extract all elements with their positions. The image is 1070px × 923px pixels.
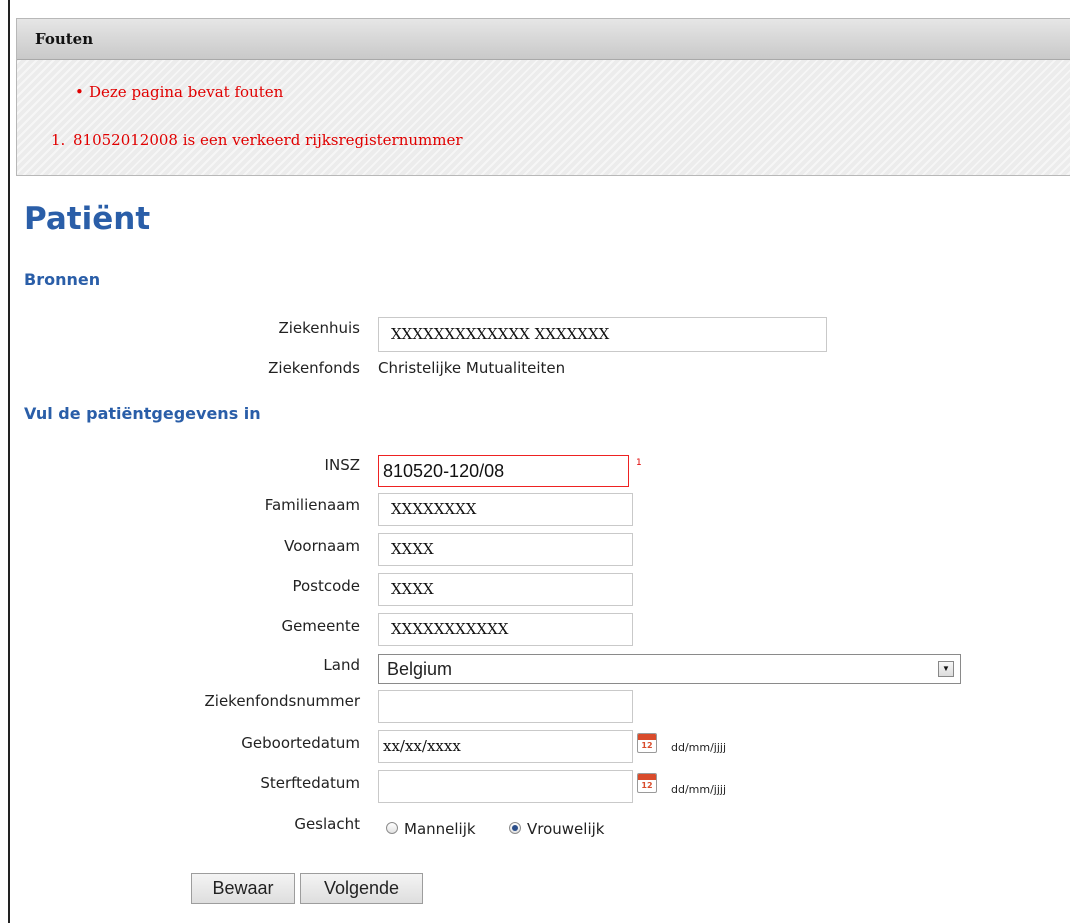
fund-label: Ziekenfonds — [268, 359, 360, 377]
insz-error-marker: 1 — [636, 458, 642, 468]
section-title-patient: Vul de patiëntgegevens in — [24, 404, 261, 423]
hospital-field[interactable]: XXXXXXXXXXXXX XXXXXXX — [378, 317, 827, 352]
deathdate-format-hint: dd/mm/jjjj — [671, 783, 727, 796]
bullet-icon: • — [75, 83, 84, 101]
surname-field[interactable]: XXXXXXXX — [378, 493, 633, 526]
gender-label: Geslacht — [294, 815, 360, 833]
chevron-down-icon[interactable]: ▼ — [938, 661, 954, 677]
postcode-label: Postcode — [292, 577, 360, 595]
page-title: Patiënt — [24, 201, 151, 237]
deathdate-field[interactable] — [378, 770, 633, 803]
error-item-text: 81052012008 is een verkeerd rijksregiste… — [73, 131, 463, 149]
fundnumber-label: Ziekenfondsnummer — [204, 692, 361, 710]
calendar-icon[interactable]: 12 — [637, 773, 657, 793]
birthdate-field[interactable]: xx/xx/xxxx — [378, 730, 633, 763]
error-item-number: 1. — [51, 131, 66, 149]
surname-label: Familienaam — [264, 496, 360, 514]
country-select[interactable]: Belgium ▼ — [378, 654, 961, 684]
country-select-value: Belgium — [387, 659, 453, 679]
gender-option-male-label[interactable]: Mannelijk — [404, 820, 476, 838]
insz-label: INSZ — [324, 456, 360, 474]
error-panel: Fouten • Deze pagina bevat fouten 1. 81052… — [16, 18, 1070, 176]
gender-option-female-label[interactable]: Vrouwelijk — [527, 820, 604, 838]
section-title-sources: Bronnen — [24, 270, 101, 289]
save-button[interactable]: Bewaar — [191, 873, 295, 904]
firstname-label: Voornaam — [284, 537, 360, 555]
hospital-label: Ziekenhuis — [278, 319, 360, 337]
fundnumber-field[interactable] — [378, 690, 633, 723]
error-summary-text: Deze pagina bevat fouten — [89, 83, 284, 101]
error-panel-header: Fouten — [17, 19, 1070, 60]
next-button[interactable]: Volgende — [300, 873, 423, 904]
country-label: Land — [323, 656, 360, 674]
deathdate-label: Sterftedatum — [260, 774, 360, 792]
calendar-icon[interactable]: 12 — [637, 733, 657, 753]
insz-field[interactable]: 810520-120/08 — [378, 455, 629, 487]
firstname-field[interactable]: XXXX — [378, 533, 633, 566]
error-summary: • Deze pagina bevat fouten — [75, 83, 283, 101]
gender-radio-male[interactable] — [386, 822, 398, 834]
birthdate-label: Geboortedatum — [241, 734, 360, 752]
postcode-field[interactable]: XXXX — [378, 573, 633, 606]
city-field[interactable]: XXXXXXXXXXX — [378, 613, 633, 646]
city-label: Gemeente — [281, 617, 360, 635]
gender-radio-female[interactable] — [509, 822, 521, 834]
calendar-icon-number: 12 — [641, 781, 653, 790]
fund-value: Christelijke Mutualiteiten — [378, 359, 566, 377]
calendar-icon-number: 12 — [641, 741, 653, 750]
error-list-item: 1. 81052012008 is een verkeerd rijksregis… — [51, 131, 463, 149]
birthdate-format-hint: dd/mm/jjjj — [671, 741, 727, 754]
